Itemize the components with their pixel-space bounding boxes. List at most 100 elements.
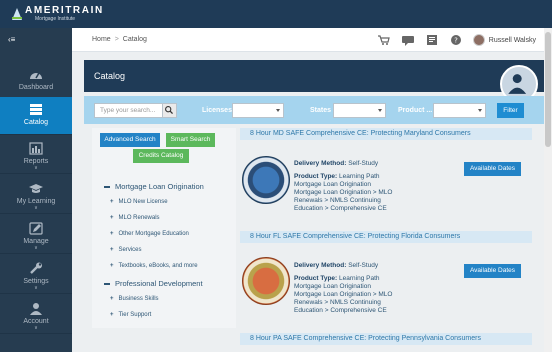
help-icon[interactable]: ? [449,34,463,46]
course-title[interactable]: 8 Hour PA SAFE Comprehensive CE: Protect… [240,333,532,345]
florida-seal-icon [242,257,290,305]
chevron-down-icon: ∨ [34,165,38,171]
subcategory-item[interactable]: + Services [110,247,142,253]
sidebar-item-reports[interactable]: Reports ∨ [0,136,72,174]
product-type-label: Product Type: [294,275,338,282]
search-button[interactable] [162,103,177,118]
chevron-down-icon [478,109,482,112]
svg-text:?: ? [454,37,458,45]
notes-icon[interactable] [425,34,439,46]
sidebar-item-label: Dashboard [18,84,54,91]
brand-name: AMERITRAIN [25,5,104,16]
available-dates-button[interactable]: Available Dates [464,162,521,176]
chevron-down-icon [378,109,382,112]
sidebar-item-catalog[interactable]: Catalog [0,97,72,135]
delivery-method-value: Self-Study [348,262,379,269]
states-select[interactable] [333,103,386,118]
delivery-method-label: Delivery Method: [294,160,347,167]
subcategory-item[interactable]: + Other Mortgage Education [110,231,189,237]
breadcrumb-home[interactable]: Home [92,36,111,43]
chevron-down-icon: ∨ [34,325,38,331]
cart-icon[interactable] [377,34,391,46]
licenses-label: Licenses [202,107,232,114]
delivery-method-label: Delivery Method: [294,262,347,269]
advanced-search-button[interactable]: Advanced Search [100,133,160,147]
product-type-value: Learning Path [339,275,380,282]
subcategory-item[interactable]: + Business Skills [110,296,159,302]
user-icon [30,303,42,315]
product-select[interactable] [433,103,486,118]
maryland-seal-icon [242,156,290,204]
plus-icon: + [110,215,114,221]
logo-mark-icon [12,6,22,22]
scrollbar-thumb[interactable] [545,32,551,147]
course-category-line: Education > Comprehensive CE [294,307,387,314]
plus-icon: + [110,263,114,269]
product-label: Product ... [398,107,433,114]
course-category-line: Mortgage Loan Origination [294,181,371,188]
subcategory-item[interactable]: + Textbooks, eBooks, and more [110,263,198,269]
minus-icon [104,186,110,189]
course-category-line: Mortgage Loan Origination > MLO [294,291,393,298]
sidebar-item-label: Reports [23,158,49,165]
header-actions: ? Russell Walsky [377,28,544,52]
chevron-down-icon: ∨ [34,245,38,251]
catalog-icon [30,104,42,115]
dashboard-icon [30,72,42,79]
course-title[interactable]: 8 Hour MD SAFE Comprehensive CE: Protect… [240,128,532,140]
sidebar-item-my-learning[interactable]: My Learning ∨ [0,176,72,214]
subcategory-item[interactable]: + MLO New License [110,199,168,205]
logo[interactable]: AMERITRAIN Mortgage Institute [12,5,104,22]
course-category-line: Mortgage Loan Origination [294,283,371,290]
sidebar-item-label: Catalog [23,119,49,126]
reports-icon [29,142,43,155]
avatar[interactable] [472,34,485,46]
course-title[interactable]: 8 Hour FL SAFE Comprehensive CE: Protect… [240,231,532,243]
message-icon[interactable] [401,34,415,46]
smart-search-button[interactable]: Smart Search [166,133,215,147]
delivery-method-value: Self-Study [348,160,379,167]
breadcrumb-current: Catalog [122,36,147,43]
chevron-down-icon [276,109,280,112]
course-category-line: Mortgage Loan Origination > MLO [294,189,393,196]
plus-icon: + [110,296,114,302]
minus-icon [104,283,110,286]
course-category-line: Renewals > NMLS Continuing [294,197,381,204]
sidebar-item-label: Settings [23,278,49,285]
sidebar-item-label: My Learning [16,198,56,205]
page-title: Catalog [94,71,126,81]
licenses-select[interactable] [232,103,284,118]
course-details: Delivery Method: Self-Study Product Type… [294,160,434,213]
category-professional-development[interactable]: Professional Development [104,279,203,288]
breadcrumb-bar: Home > Catalog ? Russell Walsky [72,28,544,52]
credits-catalog-button[interactable]: Credits Catalog [133,149,189,163]
subcategory-item[interactable]: + MLO Renewals [110,215,160,221]
sidebar-item-account[interactable]: Account ∨ [0,296,72,334]
top-header: AMERITRAIN Mortgage Institute [0,0,552,28]
graduation-cap-icon [29,184,43,193]
breadcrumb: Home > Catalog [92,36,147,43]
search-icon [165,106,173,114]
available-dates-button[interactable]: Available Dates [464,264,521,278]
course-category-line: Renewals > NMLS Continuing [294,299,381,306]
category-panel: Advanced Search Smart Search Credits Cat… [92,128,236,328]
collapse-menu-icon[interactable]: ‹≡ [8,35,15,44]
sidebar-toggle[interactable]: ‹≡ [0,28,72,52]
chevron-down-icon: ∨ [34,205,38,211]
plus-icon: + [110,231,114,237]
sidebar-item-settings[interactable]: Settings ∨ [0,256,72,294]
plus-icon: + [110,247,114,253]
chevron-down-icon: ∨ [34,285,38,291]
user-name[interactable]: Russell Walsky [489,37,536,44]
subcategory-item[interactable]: + Tier Support [110,312,151,318]
filter-button[interactable]: Filter [497,103,524,118]
breadcrumb-separator: > [114,36,119,43]
page-scrollbar[interactable] [544,28,552,352]
wrench-icon [30,262,42,274]
page-header: Catalog [84,60,544,103]
states-label: States [310,107,332,114]
filter-bar: Type your search... Licenses States Prod… [84,96,544,124]
category-mortgage-loan-origination[interactable]: Mortgage Loan Origination [104,182,204,191]
sidebar-item-dashboard[interactable]: Dashboard [0,62,72,100]
sidebar-item-manage[interactable]: Manage ∨ [0,216,72,254]
